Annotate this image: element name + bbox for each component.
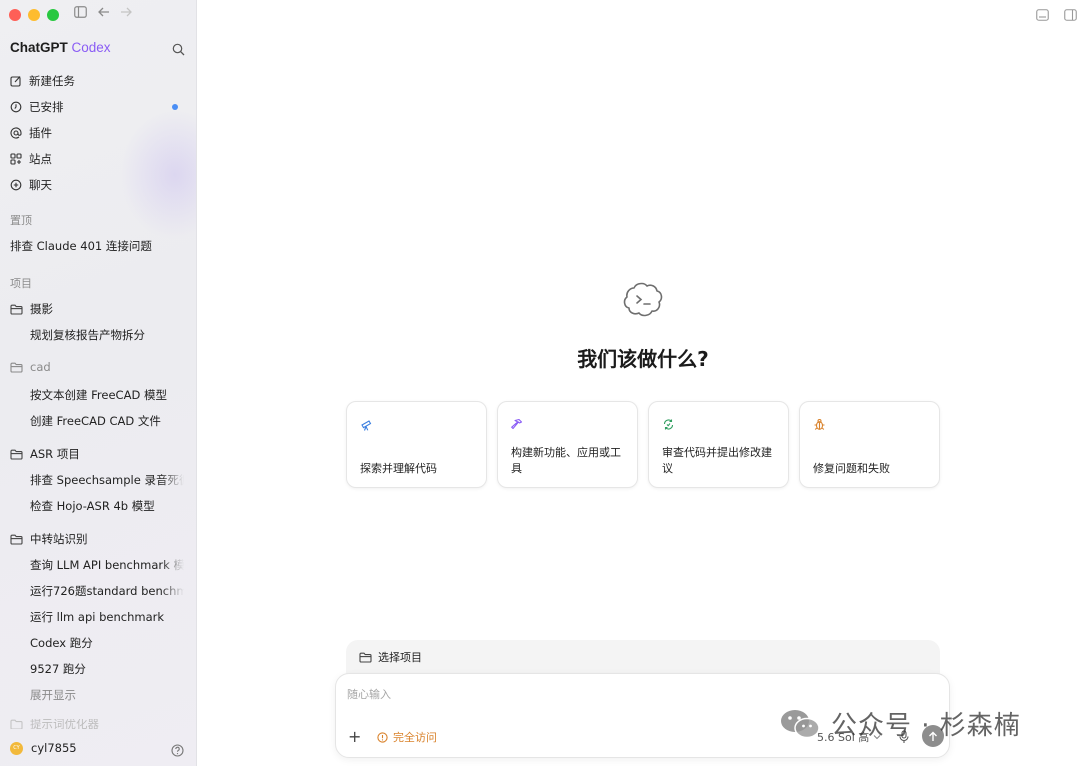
folder-icon [10,304,23,315]
suggestion-card-build[interactable]: 构建新功能、应用或工具 [497,401,638,488]
folder-cad[interactable]: cad [10,360,51,374]
card-label: 修复问题和失败 [813,462,890,475]
nav-sites[interactable]: 站点 [0,146,196,172]
project-thread[interactable]: Codex 跑分 [30,635,184,651]
folder-icon [10,719,23,729]
edit-icon [10,75,22,87]
terminal-panel-icon[interactable] [1036,9,1049,21]
nav-scheduled[interactable]: 已安排 [0,94,196,120]
folder-name: 中转站识别 [30,532,88,546]
folder-name: 摄影 [30,302,53,316]
search-icon[interactable] [172,41,186,56]
avatar: CY [10,741,23,755]
project-thread[interactable]: 创建 FreeCAD CAD 文件 [30,413,184,429]
watermark: 公众号 · 杉森楠 [779,705,1021,742]
suggestion-card-fix[interactable]: 修复问题和失败 [799,401,940,488]
nav-label: 新建任务 [29,74,75,88]
nav-new-task[interactable]: 新建任务 [0,68,196,94]
project-thread[interactable]: 9527 跑分 [30,661,184,677]
project-thread[interactable]: 规划复核报告产物拆分 [30,327,184,343]
hammer-icon [511,416,524,430]
side-panel-icon[interactable] [1064,9,1077,21]
card-label: 构建新功能、应用或工具 [511,446,621,475]
clock-icon [10,101,22,113]
folder-icon [10,449,23,460]
card-label: 探索并理解代码 [360,462,437,475]
codex-cloud-icon [622,280,664,324]
add-attachment-icon[interactable]: + [348,729,361,745]
folder-relay[interactable]: 中转站识别 [10,531,88,547]
folder-icon [10,534,23,545]
folder-prompt-optimizer[interactable]: 提示词优化器 [10,719,99,729]
nav-label: 站点 [29,152,52,166]
folder-name: 提示词优化器 [30,719,99,729]
sidebar-toggle-icon[interactable] [74,6,87,18]
wechat-icon [779,708,821,740]
project-thread[interactable]: 查询 LLM API benchmark 模型 [30,557,184,573]
zoom-window-button[interactable] [47,9,59,21]
access-mode-label: 完全访问 [393,731,437,744]
sidebar: ChatGPT Codex 新建任务 已安排 插件 站点 聊天 置顶 排查 Cl… [0,0,197,766]
watermark-text: 公众号 · 杉森楠 [831,711,1021,741]
back-arrow-icon[interactable] [97,6,110,18]
suggestion-card-explore[interactable]: 探索并理解代码 [346,401,487,488]
scheduled-badge [172,104,178,110]
nav-plugins[interactable]: 插件 [0,120,196,146]
page-title: 我们该做什么? [577,347,709,371]
suggestion-cards: 探索并理解代码 构建新功能、应用或工具 审查代码并提出修改建议 修复问题和失败 [346,401,940,488]
composer-input[interactable]: 随心输入 [347,686,391,702]
expand-more-link[interactable]: 展开显示 [30,687,184,703]
access-mode-button[interactable]: 完全访问 [377,729,437,745]
nav-chat[interactable]: 聊天 [0,172,196,198]
project-thread[interactable]: 运行726题standard benchmark [30,583,184,599]
folder-asr[interactable]: ASR 项目 [10,446,80,462]
folder-photography[interactable]: 摄影 [10,301,53,317]
card-label: 审查代码并提出修改建议 [662,446,772,475]
warning-icon [377,731,388,743]
window-toolbar [74,6,133,18]
grid-icon [10,153,22,165]
folder-name: ASR 项目 [30,447,80,461]
app-brand: ChatGPT Codex [10,40,111,55]
bug-icon [813,416,826,430]
user-name: cyl7855 [31,741,77,755]
project-thread[interactable]: 运行 llm api benchmark [30,609,184,625]
nav-label: 已安排 [29,100,64,114]
pinned-section-label: 置顶 [10,214,32,227]
review-icon [662,416,675,430]
close-window-button[interactable] [9,9,21,21]
brand-accent: Codex [71,40,111,55]
project-thread[interactable]: 排查 Speechsample 录音死循环 [30,472,184,488]
pinned-item[interactable]: 排查 Claude 401 连接问题 [10,238,152,254]
brand-name: ChatGPT [10,40,68,55]
nav-label: 插件 [29,126,52,140]
minimize-window-button[interactable] [28,9,40,21]
user-profile[interactable]: CY cyl7855 [10,741,77,755]
at-icon [10,127,22,139]
help-icon[interactable] [171,742,184,761]
telescope-icon [360,416,373,431]
project-thread[interactable]: 按文本创建 FreeCAD 模型 [30,387,184,403]
window-controls [9,9,59,21]
folder-name: cad [30,360,51,374]
projects-section-label: 项目 [10,277,32,290]
project-selector-label: 选择项目 [378,651,422,664]
forward-arrow-icon[interactable] [120,6,133,18]
suggestion-card-review[interactable]: 审查代码并提出修改建议 [648,401,789,488]
project-thread[interactable]: 检查 Hojo-ASR 4b 模型 [30,498,184,514]
folder-icon [10,362,23,373]
chat-plus-icon [10,179,22,191]
nav-label: 聊天 [29,178,52,192]
folder-icon [359,652,372,663]
main-nav: 新建任务 已安排 插件 站点 聊天 [0,68,196,198]
